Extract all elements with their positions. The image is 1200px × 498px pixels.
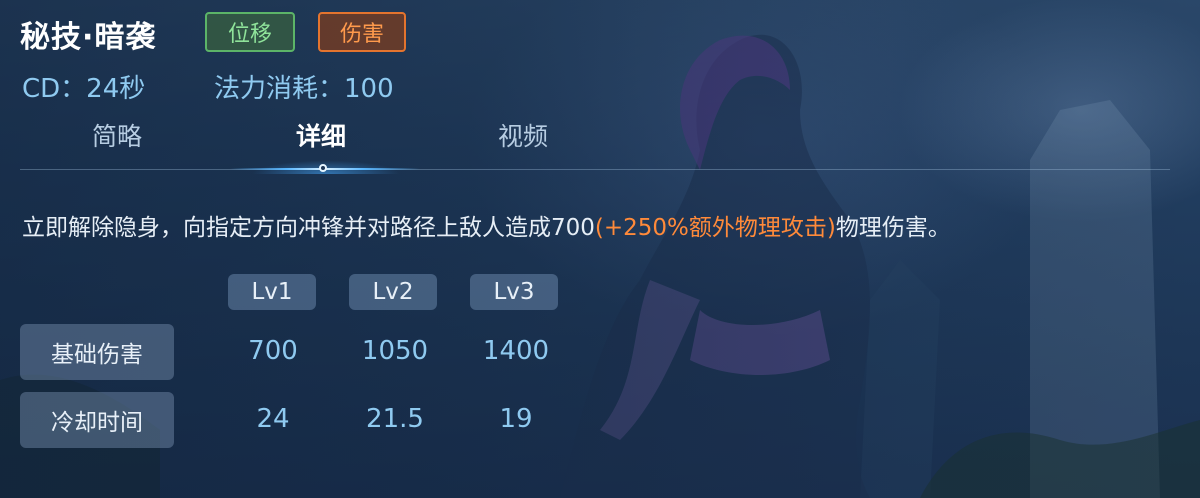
description-text: 立即解除隐身，向指定方向冲锋并对路径上敌人造成700 — [22, 215, 595, 241]
base-damage-lv3: 1400 — [482, 336, 550, 366]
cooldown-lv1: 24 — [256, 404, 290, 434]
base-damage-lv1: 700 — [248, 336, 298, 366]
tab-detail[interactable]: 详细 — [296, 117, 346, 153]
tab-video[interactable]: 视频 — [498, 117, 548, 153]
cooldown-lv3: 19 — [499, 404, 533, 434]
level-header-2: Lv2 — [349, 274, 437, 310]
description-bonus: (+250%额外物理攻击) — [594, 215, 836, 241]
row-label-cooldown: 冷却时间 — [20, 392, 174, 448]
tag-displacement: 位移 — [205, 12, 295, 52]
description-suffix: 物理伤害。 — [835, 215, 951, 241]
active-tab-indicator-icon — [319, 164, 327, 172]
level-header-3: Lv3 — [470, 274, 558, 310]
skill-description: 立即解除隐身，向指定方向冲锋并对路径上敌人造成700(+250%额外物理攻击)物… — [22, 208, 951, 242]
mana-cost-stat: 法力消耗：100 — [214, 74, 394, 104]
cooldown-lv2: 21.5 — [366, 404, 424, 434]
tab-brief[interactable]: 简略 — [92, 117, 142, 153]
skill-name: 秘技·暗袭 — [20, 20, 157, 55]
tag-damage: 伤害 — [318, 12, 406, 52]
tab-divider — [20, 169, 1170, 170]
row-label-base-damage: 基础伤害 — [20, 324, 174, 380]
cooldown-stat: CD：24秒 — [22, 74, 146, 104]
base-damage-lv2: 1050 — [361, 336, 429, 366]
level-header-1: Lv1 — [228, 274, 316, 310]
dim-overlay — [0, 0, 1200, 498]
